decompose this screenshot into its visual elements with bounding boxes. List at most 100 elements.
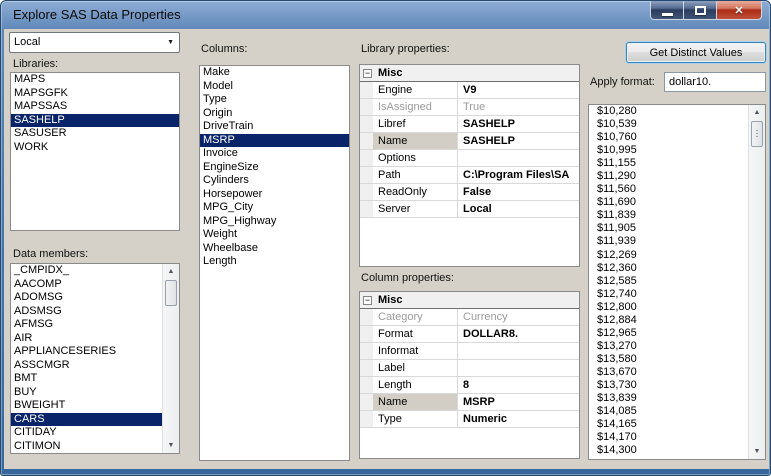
scrollbar-thumb[interactable] xyxy=(165,280,177,306)
data-members-listbox[interactable]: ▲ ▼ _CMPIDX_ AACOMP ADOMSG ADSMSG AFMSG … xyxy=(10,263,180,454)
distinct-value-item[interactable]: $12,800 xyxy=(589,301,748,314)
property-value[interactable]: MSRP xyxy=(458,394,579,410)
property-row[interactable]: Type Numeric xyxy=(360,411,579,428)
columns-listbox[interactable]: Make Model Type Origin DriveTrain MSRP I… xyxy=(199,65,350,461)
property-value[interactable]: False xyxy=(458,184,579,200)
column-list-item[interactable]: MPG_Highway xyxy=(200,215,349,229)
data-member-list-item[interactable]: AACOMP xyxy=(11,278,162,292)
distinct-value-item[interactable]: $10,760 xyxy=(589,131,748,144)
data-member-list-item[interactable]: BUY xyxy=(11,386,162,400)
distinct-value-item[interactable]: $11,155 xyxy=(589,157,748,170)
data-member-list-item[interactable]: BMT xyxy=(11,372,162,386)
distinct-value-item[interactable]: $14,085 xyxy=(589,405,748,418)
scroll-down-icon[interactable]: ▼ xyxy=(749,444,765,459)
column-list-item[interactable]: Model xyxy=(200,80,349,94)
property-value[interactable]: True xyxy=(458,99,579,115)
apply-format-input[interactable] xyxy=(664,72,766,92)
distinct-value-item[interactable]: $12,269 xyxy=(589,249,748,262)
column-list-item[interactable]: Type xyxy=(200,93,349,107)
property-value[interactable]: Currency xyxy=(458,309,579,325)
column-list-item[interactable]: Length xyxy=(200,255,349,269)
distinct-value-item[interactable]: $11,290 xyxy=(589,170,748,183)
distinct-value-item[interactable]: $10,539 xyxy=(589,118,748,131)
library-list-item[interactable]: WORK xyxy=(11,141,179,155)
property-value[interactable]: 8 xyxy=(458,377,579,393)
library-list-item[interactable]: SASUSER xyxy=(11,127,179,141)
distinct-value-item[interactable]: $10,995 xyxy=(589,144,748,157)
column-list-item[interactable]: Invoice xyxy=(200,147,349,161)
distinct-value-item[interactable]: $13,839 xyxy=(589,392,748,405)
property-row[interactable]: Engine V9 xyxy=(360,82,579,99)
column-list-item[interactable]: Cylinders xyxy=(200,174,349,188)
property-value[interactable] xyxy=(458,360,579,376)
column-list-item[interactable]: MPG_City xyxy=(200,201,349,215)
column-list-item[interactable]: Weight xyxy=(200,228,349,242)
property-row[interactable]: Label xyxy=(360,360,579,377)
column-list-item[interactable]: Wheelbase xyxy=(200,242,349,256)
column-properties-category-row[interactable]: − Misc xyxy=(360,292,579,309)
distinct-value-item[interactable]: $11,905 xyxy=(589,222,748,235)
collapse-icon[interactable]: − xyxy=(363,69,372,78)
distinct-value-item[interactable]: $12,884 xyxy=(589,314,748,327)
data-member-list-item[interactable]: _CMPIDX_ xyxy=(11,264,162,278)
column-list-item[interactable]: Horsepower xyxy=(200,188,349,202)
property-row[interactable]: Path C:\Program Files\SA xyxy=(360,167,579,184)
property-row[interactable]: ReadOnly False xyxy=(360,184,579,201)
data-member-list-item[interactable]: CARS xyxy=(11,413,162,427)
distinct-value-item[interactable]: $10,280 xyxy=(589,105,748,118)
distinct-value-item[interactable]: $12,965 xyxy=(589,327,748,340)
data-member-list-item[interactable]: BWEIGHT xyxy=(11,399,162,413)
property-row[interactable]: Informat xyxy=(360,343,579,360)
column-list-item[interactable]: MSRP xyxy=(200,134,349,148)
distinct-values-listbox[interactable]: ▲ ▼ $10,280 $10,539 $10,760 $10,995 $11,… xyxy=(588,104,766,460)
distinct-value-item[interactable]: $13,580 xyxy=(589,353,748,366)
maximize-button[interactable] xyxy=(683,1,717,20)
property-value[interactable]: C:\Program Files\SA xyxy=(458,167,579,183)
collapse-icon[interactable]: − xyxy=(363,296,372,305)
library-list-item[interactable]: MAPS xyxy=(11,73,179,87)
property-value[interactable]: SASHELP xyxy=(458,116,579,132)
column-list-item[interactable]: EngineSize xyxy=(200,161,349,175)
property-value[interactable]: SASHELP xyxy=(458,133,579,149)
property-row[interactable]: Options xyxy=(360,150,579,167)
data-member-list-item[interactable]: APPLIANCESERIES xyxy=(11,345,162,359)
get-distinct-values-button[interactable]: Get Distinct Values xyxy=(626,42,766,63)
distinct-value-item[interactable]: $11,839 xyxy=(589,209,748,222)
property-row[interactable]: Length 8 xyxy=(360,377,579,394)
distinct-value-item[interactable]: $13,270 xyxy=(589,340,748,353)
distinct-value-item[interactable]: $11,939 xyxy=(589,235,748,248)
data-member-list-item[interactable]: ADSMSG xyxy=(11,305,162,319)
distinct-value-item[interactable]: $13,730 xyxy=(589,379,748,392)
minimize-button[interactable] xyxy=(650,1,684,20)
data-member-list-item[interactable]: CITIDAY xyxy=(11,426,162,440)
library-properties-category-row[interactable]: − Misc xyxy=(360,65,579,82)
scrollbar-thumb[interactable] xyxy=(751,121,763,147)
library-list-item[interactable]: MAPSGFK xyxy=(11,87,179,101)
property-row[interactable]: Server Local xyxy=(360,201,579,218)
column-list-item[interactable]: DriveTrain xyxy=(200,120,349,134)
property-row[interactable]: Libref SASHELP xyxy=(360,116,579,133)
distinct-value-item[interactable]: $12,740 xyxy=(589,288,748,301)
scroll-up-icon[interactable]: ▲ xyxy=(163,264,179,279)
distinct-value-item[interactable]: $12,585 xyxy=(589,275,748,288)
distinct-value-item[interactable]: $14,170 xyxy=(589,431,748,444)
close-button[interactable]: ✕ xyxy=(716,1,762,20)
data-member-list-item[interactable]: ASSCMGR xyxy=(11,359,162,373)
column-properties-grid[interactable]: − Misc Category Currency Format DOLLAR8. xyxy=(359,291,580,459)
property-row[interactable]: Name SASHELP xyxy=(360,133,579,150)
property-value[interactable] xyxy=(458,343,579,359)
server-combobox[interactable]: Local ▼ xyxy=(9,32,180,53)
libraries-listbox[interactable]: MAPS MAPSGFK MAPSSAS SASHELP SASUSER WOR… xyxy=(10,72,180,231)
distinct-value-item[interactable]: $13,670 xyxy=(589,366,748,379)
distinct-value-item[interactable]: $14,165 xyxy=(589,418,748,431)
property-row[interactable]: Format DOLLAR8. xyxy=(360,326,579,343)
distinct-value-item[interactable]: $12,360 xyxy=(589,262,748,275)
property-value[interactable]: V9 xyxy=(458,82,579,98)
property-value[interactable]: Numeric xyxy=(458,411,579,427)
data-members-scrollbar[interactable]: ▲ ▼ xyxy=(162,264,179,453)
titlebar[interactable]: Explore SAS Data Properties ✕ xyxy=(1,1,770,29)
distinct-value-item[interactable]: $14,300 xyxy=(589,444,748,457)
property-value[interactable]: DOLLAR8. xyxy=(458,326,579,342)
column-list-item[interactable]: Make xyxy=(200,66,349,80)
distinct-value-item[interactable]: $11,560 xyxy=(589,183,748,196)
